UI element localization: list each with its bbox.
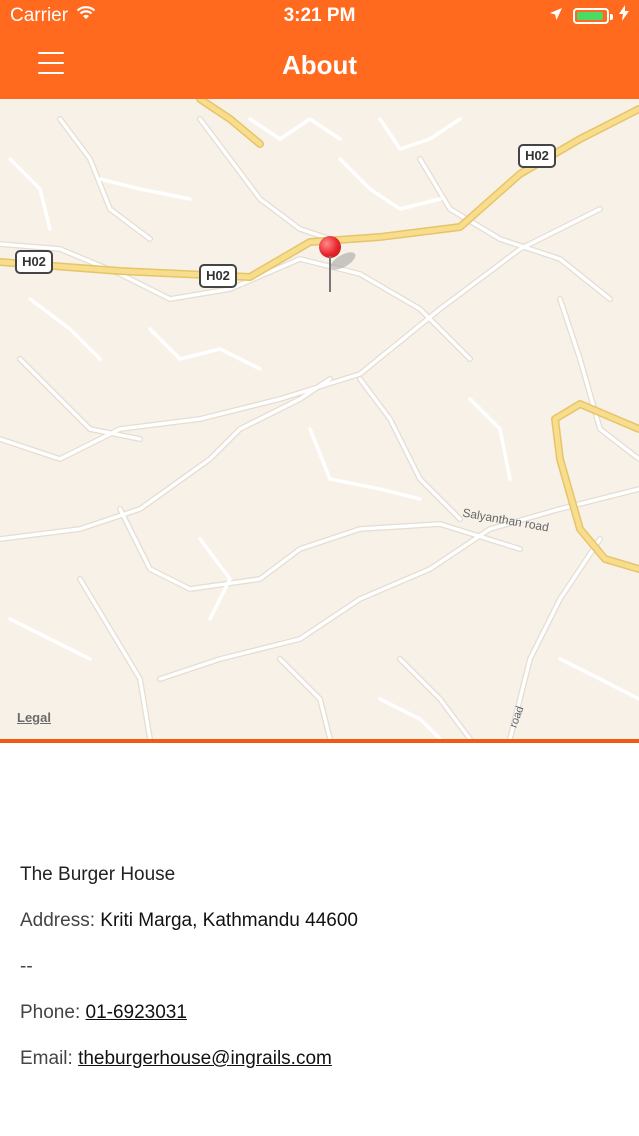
navigation-bar: About [0,32,639,99]
address-value: Kriti Marga, Kathmandu 44600 [100,910,358,931]
battery-icon [573,8,613,24]
charging-bolt-icon [619,5,629,27]
location-arrow-icon [549,5,563,27]
address-label: Address: [20,910,95,931]
route-shield: H02 [199,264,237,288]
status-time: 3:21 PM [283,5,356,26]
restaurant-info: The Burger House Address: Kriti Marga, K… [20,864,620,1094]
route-shield: H02 [518,144,556,168]
restaurant-name: The Burger House [20,864,176,885]
page-title: About [281,50,358,80]
route-shield: H02 [15,250,53,274]
separator-row: -- [20,956,620,1002]
address-row: Address: Kriti Marga, Kathmandu 44600 [20,910,620,956]
map-roads [0,99,639,739]
email-label: Email: [20,1048,73,1069]
restaurant-name-row: The Burger House [20,864,620,910]
status-right [549,5,629,27]
map-pin-icon[interactable] [319,236,341,294]
legal-link[interactable]: Legal [17,710,51,725]
phone-link[interactable]: 01-6923031 [86,1002,187,1024]
phone-label: Phone: [20,1002,81,1023]
separator-text: -- [20,956,33,977]
phone-row: Phone: 01-6923031 [20,1002,620,1048]
status-bar: Carrier 3:21 PM [0,0,639,32]
map-divider [0,739,639,743]
email-row: Email: theburgerhouse@ingrails.com [20,1048,620,1094]
email-link[interactable]: theburgerhouse@ingrails.com [78,1048,332,1070]
map-view[interactable]: H02 H02 H02 Salyanthan road road Legal [0,99,639,739]
